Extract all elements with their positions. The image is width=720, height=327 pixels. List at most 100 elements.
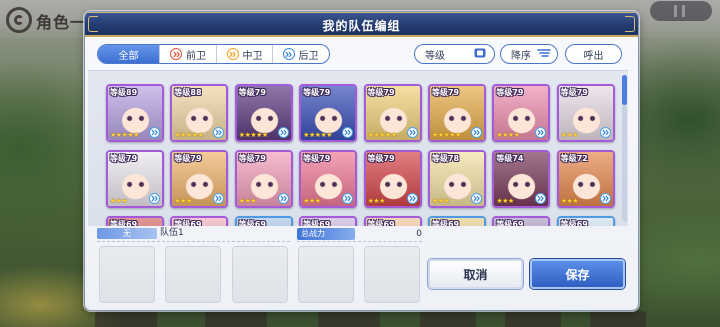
sort-field-button[interactable]: 等级 bbox=[414, 44, 495, 64]
star-rating: ★★★ bbox=[496, 197, 514, 205]
team-slot[interactable] bbox=[99, 246, 155, 303]
team-slot[interactable] bbox=[165, 246, 221, 303]
filter-tab-label: 前卫 bbox=[186, 50, 206, 62]
call-button[interactable]: 呼出 bbox=[565, 44, 622, 64]
double-chevron-icon bbox=[599, 127, 611, 138]
star-icon: ★ bbox=[513, 131, 520, 139]
character-card[interactable]: 等级69 bbox=[492, 216, 551, 226]
filter-tab-label: 后卫 bbox=[298, 50, 319, 62]
level-label: 等级69 bbox=[496, 220, 524, 226]
star-icon: ★ bbox=[133, 131, 139, 139]
character-card[interactable]: 等级79 ★★★ bbox=[234, 150, 293, 208]
star-icon: ★ bbox=[314, 197, 321, 205]
star-icon: ★ bbox=[261, 131, 268, 139]
sort-field-label: 等级 bbox=[425, 50, 445, 62]
double-chevron-icon bbox=[149, 127, 160, 138]
level-label: 等级69 bbox=[110, 220, 138, 226]
double-chevron-icon bbox=[599, 193, 611, 204]
character-card[interactable]: 等级69 bbox=[299, 216, 358, 226]
star-icon: ★ bbox=[379, 197, 385, 205]
level-label: 等级79 bbox=[110, 154, 138, 163]
sort-order-button[interactable]: 降序 bbox=[500, 44, 558, 64]
star-rating: ★★★★★ bbox=[174, 131, 203, 139]
level-label: 等级69 bbox=[367, 220, 395, 226]
team-slot[interactable] bbox=[232, 246, 288, 303]
double-chevron-icon bbox=[406, 193, 418, 204]
star-icon: ★ bbox=[390, 131, 397, 139]
character-card[interactable]: 等级79 ★★★★★ bbox=[427, 84, 486, 142]
save-button-label: 保存 bbox=[565, 267, 590, 282]
star-icon: ★ bbox=[197, 131, 204, 139]
star-rating: ★★★★★ bbox=[110, 131, 139, 139]
rearguard-position-icon bbox=[282, 48, 295, 60]
double-chevron-icon bbox=[406, 127, 418, 138]
level-label: 等级79 bbox=[367, 88, 395, 97]
cancel-button[interactable]: 取消 bbox=[428, 259, 523, 289]
divider bbox=[97, 241, 290, 242]
dialog-title-bar: 我的队伍编组 bbox=[85, 12, 638, 37]
character-card[interactable]: 等级69 bbox=[234, 216, 293, 226]
star-rating: ★★★ bbox=[110, 197, 128, 205]
double-chevron-icon bbox=[470, 193, 482, 204]
character-card[interactable]: 等级72 ★★★ bbox=[556, 150, 615, 208]
filter-tab-all[interactable]: 全部 bbox=[98, 45, 159, 63]
character-card[interactable]: 等级79 ★★★ bbox=[106, 150, 164, 208]
team-name: 队伍1 bbox=[160, 228, 184, 238]
character-card[interactable]: 等级69 bbox=[170, 216, 229, 226]
team-slot[interactable] bbox=[364, 246, 420, 303]
filter-tab-middle[interactable]: 中卫 bbox=[216, 45, 272, 63]
level-label: 等级79 bbox=[238, 88, 266, 97]
star-icon: ★ bbox=[443, 197, 450, 205]
star-icon: ★ bbox=[572, 131, 579, 139]
level-label: 等级79 bbox=[303, 88, 331, 97]
star-rating: ★★★ bbox=[239, 197, 257, 205]
call-label: 呼出 bbox=[583, 50, 604, 62]
level-label: 等级79 bbox=[238, 154, 266, 163]
level-label: 等级79 bbox=[496, 88, 524, 97]
level-label: 等级69 bbox=[238, 220, 266, 226]
filter-tab-label: 全部 bbox=[118, 50, 139, 62]
character-card[interactable]: 等级88 ★★★★★ bbox=[170, 84, 229, 142]
character-card[interactable]: 等级79 ★★★★★ bbox=[363, 84, 422, 142]
character-card[interactable]: 等级74 ★★★ bbox=[492, 150, 551, 208]
character-card[interactable]: 等级79 ★★★ bbox=[556, 84, 615, 142]
character-card[interactable]: 等级69 bbox=[363, 216, 422, 226]
character-card[interactable]: 等级69 bbox=[106, 216, 164, 226]
filter-tab-back[interactable]: 后卫 bbox=[272, 45, 328, 63]
character-card[interactable]: 等级79 ★★★ bbox=[170, 150, 229, 208]
level-label: 等级74 bbox=[496, 154, 524, 163]
star-icon: ★ bbox=[455, 131, 461, 139]
star-rating: ★★★★ bbox=[496, 131, 520, 139]
character-card[interactable]: 等级79 ★★★★★ bbox=[234, 84, 293, 142]
dialog-title: 我的队伍编组 bbox=[322, 19, 401, 33]
character-card[interactable]: 等级69 bbox=[556, 216, 615, 226]
character-card[interactable]: 等级78 ★★★ bbox=[427, 150, 486, 208]
team-slot[interactable] bbox=[298, 246, 354, 303]
filter-tab-front[interactable]: 前卫 bbox=[159, 45, 216, 63]
scrollbar-thumb[interactable] bbox=[622, 75, 627, 105]
level-label: 等级79 bbox=[303, 154, 331, 163]
character-card[interactable]: 等级89 ★★★★★ bbox=[106, 84, 164, 142]
roster-scrollbar[interactable] bbox=[622, 75, 627, 222]
character-card[interactable]: 等级69 bbox=[427, 216, 486, 226]
double-chevron-icon bbox=[470, 127, 482, 138]
sort-order-label: 降序 bbox=[511, 50, 531, 62]
total-power-value: 0 bbox=[416, 229, 422, 239]
filter-tab-label: 中卫 bbox=[242, 50, 263, 62]
character-card[interactable]: 等级79 ★★★ bbox=[363, 150, 422, 208]
level-label: 等级69 bbox=[303, 220, 331, 226]
character-card[interactable]: 等级79 ★★★★ bbox=[492, 84, 551, 142]
level-label: 等级79 bbox=[560, 88, 588, 97]
character-card[interactable]: 等级79 ★★★ bbox=[299, 150, 358, 208]
character-card[interactable]: 等级79 ★★★★★ bbox=[299, 84, 358, 142]
divider bbox=[297, 241, 422, 242]
character-grid: 等级89 ★★★★★ 等级88 ★★★★★ 等级79 ★★★★★ 等级79 ★★★★★ 等级79… bbox=[106, 84, 615, 226]
character-roster: 等级89 ★★★★★ 等级88 ★★★★★ 等级79 ★★★★★ 等级79 ★★★★★ 等级79… bbox=[88, 70, 628, 226]
star-rating: ★★★★★ bbox=[239, 131, 268, 139]
save-button[interactable]: 保存 bbox=[530, 259, 625, 289]
sort-descending-icon bbox=[537, 48, 551, 61]
level-label: 等级79 bbox=[367, 154, 395, 163]
level-label: 等级79 bbox=[431, 88, 460, 97]
star-rating: ★★★★★ bbox=[432, 131, 461, 139]
level-label: 等级72 bbox=[560, 154, 588, 163]
